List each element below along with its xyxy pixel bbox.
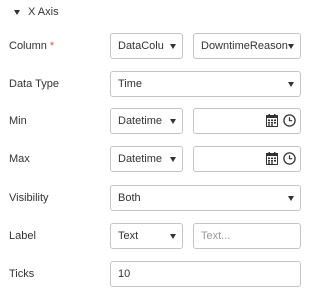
data-type-label: Data Type (9, 78, 59, 90)
ticks-value: 10 (118, 268, 131, 280)
ticks-label: Ticks (9, 268, 35, 280)
visibility-label: Visibility (9, 192, 49, 204)
clock-icon[interactable] (283, 114, 296, 127)
chevron-down-icon (170, 43, 176, 49)
ticks-row: Ticks 10 (0, 261, 310, 287)
min-label: Min (9, 115, 27, 127)
calendar-icon[interactable] (266, 152, 278, 165)
min-type-value: Datetime (118, 115, 163, 127)
column-label: Column (9, 40, 47, 52)
max-label-wrap: Max (9, 146, 30, 172)
label-type-select[interactable]: Text (110, 223, 183, 249)
chevron-down-icon (170, 118, 176, 124)
visibility-select[interactable]: Both (110, 185, 301, 211)
ticks-label-wrap: Ticks (9, 261, 34, 287)
min-picker-icons (266, 114, 296, 127)
column-field-value: DowntimeReason (201, 40, 288, 52)
label-row: Label Text Text... (0, 223, 310, 249)
column-source-select[interactable]: DataColu (110, 33, 183, 59)
label-text-placeholder: Text... (201, 230, 231, 242)
label-label-wrap: Label (9, 223, 36, 249)
max-label: Max (9, 153, 30, 165)
max-row: Max Datetime (0, 146, 310, 172)
chevron-down-icon (170, 156, 176, 162)
max-type-value: Datetime (118, 153, 163, 165)
label-type-value: Text (118, 230, 139, 242)
x-axis-section-header[interactable]: X Axis (14, 4, 59, 20)
min-date-input[interactable] (193, 108, 301, 134)
min-type-select[interactable]: Datetime (110, 108, 183, 134)
ticks-input[interactable]: 10 (110, 261, 301, 287)
column-source-value: DataColu (118, 40, 164, 52)
visibility-label-wrap: Visibility (9, 185, 49, 211)
label-label: Label (9, 230, 36, 242)
data-type-row: Data Type Time (0, 71, 310, 97)
min-label-wrap: Min (9, 108, 27, 134)
column-label-wrap: Column * (9, 33, 54, 59)
chevron-down-icon (170, 233, 176, 239)
clock-icon[interactable] (283, 152, 296, 165)
section-title: X Axis (28, 6, 59, 18)
max-date-input[interactable] (193, 146, 301, 172)
chevron-down-icon (288, 195, 294, 201)
label-text-input[interactable]: Text... (193, 223, 301, 249)
data-type-select[interactable]: Time (110, 71, 301, 97)
visibility-value: Both (118, 192, 141, 204)
calendar-icon[interactable] (266, 114, 278, 127)
max-picker-icons (266, 152, 296, 165)
data-type-label-wrap: Data Type (9, 71, 59, 97)
visibility-row: Visibility Both (0, 185, 310, 211)
max-type-select[interactable]: Datetime (110, 146, 183, 172)
column-field-select[interactable]: DowntimeReason (193, 33, 301, 59)
collapse-caret-icon (14, 9, 20, 15)
x-axis-panel: X Axis Column * DataColu DowntimeReason … (0, 0, 310, 295)
min-row: Min Datetime (0, 108, 310, 134)
chevron-down-icon (288, 43, 294, 49)
column-row: Column * DataColu DowntimeReason (0, 33, 310, 59)
chevron-down-icon (288, 81, 294, 87)
data-type-value: Time (118, 78, 143, 90)
required-mark: * (49, 40, 55, 52)
